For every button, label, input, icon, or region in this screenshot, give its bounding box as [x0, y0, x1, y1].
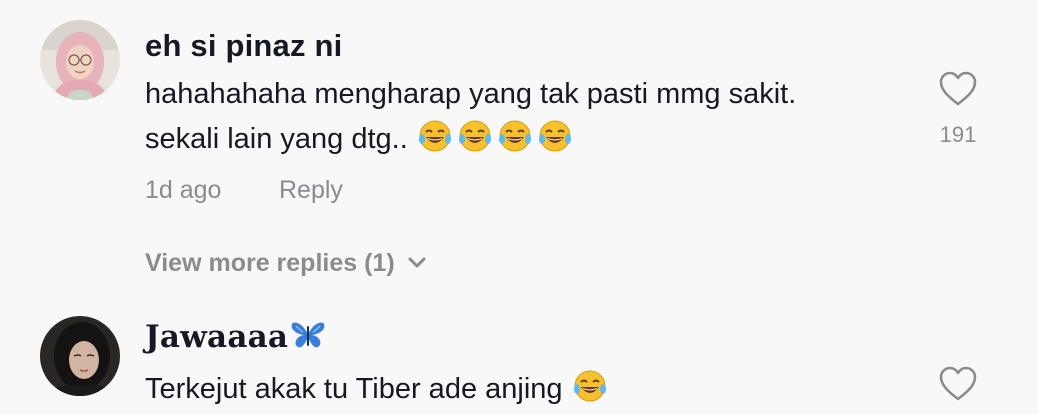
butterfly-icon [291, 322, 325, 348]
comment-text-line-2: sekali lain yang dtg.. [145, 119, 571, 161]
heart-outline-icon [939, 71, 977, 106]
user-avatar-image [40, 316, 120, 396]
reply-button[interactable]: Reply [279, 176, 343, 205]
comment-username: Jawaaaa [145, 319, 289, 355]
user-avatar-image [40, 20, 120, 100]
comment-text-row: Terkejut akak tu Tiber ade anjing [145, 369, 606, 411]
view-more-replies-label: View more replies (1) [145, 249, 395, 277]
laughing-tears-emoji-icon [498, 120, 531, 152]
user-avatar[interactable] [40, 20, 120, 100]
emoji-group [573, 369, 606, 411]
comment-text: Terkejut akak tu Tiber ade anjing [145, 373, 563, 405]
like-button[interactable] [938, 365, 978, 403]
comment-text-line: hahahahaha mengharap yang tak pasti mmg … [145, 78, 797, 110]
comment-username-row[interactable]: Jawaaaa [145, 319, 326, 355]
comment-text-line: sekali lain yang dtg.. [145, 123, 408, 155]
laughing-tears-emoji-icon [418, 120, 451, 152]
chevron-down-icon [407, 247, 427, 276]
laughing-tears-emoji-icon [458, 120, 491, 152]
emoji-group [418, 119, 571, 161]
comment-timestamp: 1d ago [145, 176, 222, 204]
like-count: 191 [939, 122, 977, 147]
view-more-replies-button[interactable]: View more replies (1) [145, 247, 427, 278]
laughing-tears-emoji-icon [573, 370, 606, 402]
heart-outline-icon [939, 366, 977, 401]
like-button[interactable] [938, 70, 978, 108]
laughing-tears-emoji-icon [538, 120, 571, 152]
comment-username[interactable]: eh si pinaz ni [145, 28, 342, 64]
user-avatar[interactable] [40, 316, 120, 396]
